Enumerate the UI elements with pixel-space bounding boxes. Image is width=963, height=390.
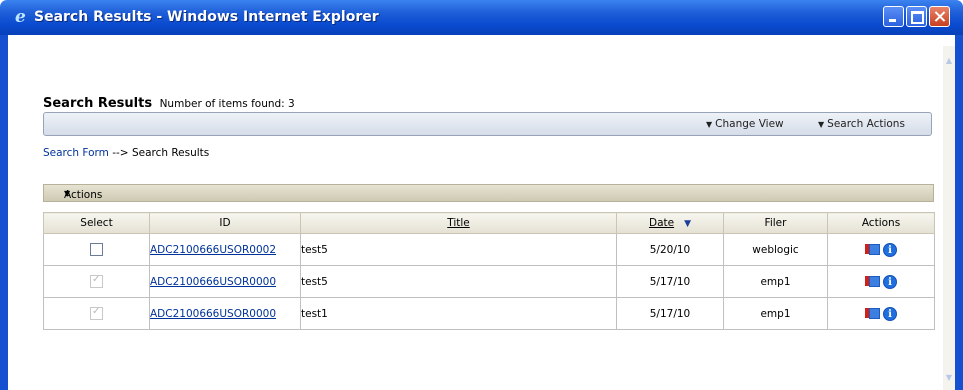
title-cell: test5	[300, 265, 617, 298]
document-id-link[interactable]: ADC2100666USOR0000	[150, 308, 276, 320]
view-document-icon[interactable]	[865, 275, 881, 289]
window-frame-left	[0, 35, 8, 390]
actions-panel-label: Actions	[64, 189, 103, 201]
results-toolbar: ▼ Change View ▼ Search Actions	[43, 112, 932, 136]
title-cell: test5	[300, 233, 617, 266]
results-panel: ▼ Actions Select ID Title Date ▼ Filer Act…	[43, 184, 935, 340]
view-document-icon[interactable]	[865, 243, 881, 257]
date-cell: 5/17/10	[616, 265, 724, 298]
title-cell: test1	[300, 297, 617, 330]
info-icon[interactable]: i	[883, 306, 897, 321]
date-sort-link[interactable]: Date	[649, 217, 674, 229]
view-document-icon[interactable]	[865, 307, 881, 321]
row-select-checkbox[interactable]	[90, 243, 103, 256]
page-title: Search Results	[43, 96, 153, 111]
filer-cell: emp1	[723, 265, 828, 298]
column-header-title[interactable]: Title	[300, 212, 617, 234]
id-cell: ADC2100666USOR0000	[149, 265, 301, 298]
items-found-count: Number of items found: 3	[159, 98, 295, 110]
id-cell: ADC2100666USOR0002	[149, 233, 301, 266]
title-sort-link[interactable]: Title	[447, 217, 470, 229]
search-actions-label: Search Actions	[827, 118, 905, 130]
row-select-checkbox	[90, 306, 103, 320]
change-view-button[interactable]: ▼ Change View	[706, 118, 784, 130]
select-cell	[43, 297, 150, 330]
column-header-date[interactable]: Date ▼	[616, 212, 724, 234]
close-button[interactable]	[929, 6, 950, 27]
column-header-select: Select	[43, 212, 150, 234]
window-title: Search Results - Windows Internet Explor…	[34, 9, 379, 25]
vertical-scrollbar[interactable]	[943, 46, 955, 390]
scroll-down-icon[interactable]: ▼	[943, 370, 955, 385]
date-cell: 5/17/10	[616, 297, 724, 330]
date-cell: 5/20/10	[616, 233, 724, 266]
select-cell	[43, 233, 150, 266]
select-cell	[43, 265, 150, 298]
breadcrumb: Search Form --> Search Results	[43, 147, 209, 159]
info-icon[interactable]: i	[883, 274, 897, 289]
breadcrumb-separator: -->	[108, 147, 132, 159]
filer-cell: weblogic	[723, 233, 828, 266]
column-header-actions: Actions	[827, 212, 935, 234]
column-header-id: ID	[149, 212, 301, 234]
ie-icon: e	[15, 7, 26, 27]
filer-cell: emp1	[723, 297, 828, 330]
breadcrumb-current: Search Results	[131, 147, 210, 159]
table-row: ADC2100666USOR0002 test5 5/20/10 weblogi…	[43, 233, 935, 266]
actions-cell: i	[827, 297, 935, 330]
window-frame-right	[955, 35, 963, 390]
results-table: Select ID Title Date ▼ Filer Actions ADC2…	[43, 212, 935, 330]
info-icon[interactable]: i	[883, 242, 897, 257]
window-titlebar[interactable]: e Search Results - Windows Internet Expl…	[0, 0, 963, 35]
table-row: ADC2100666USOR0000 test5 5/17/10 emp1 i	[43, 265, 935, 298]
page-heading: Search Results Number of items found: 3	[43, 96, 295, 111]
row-select-checkbox	[90, 274, 103, 288]
actions-cell: i	[827, 265, 935, 298]
scroll-up-icon[interactable]: ▲	[943, 53, 955, 68]
chevron-down-icon: ▼	[706, 120, 713, 129]
table-header-row: Select ID Title Date ▼ Filer Actions	[43, 212, 935, 234]
id-cell: ADC2100666USOR0000	[149, 297, 301, 330]
change-view-label: Change View	[715, 118, 784, 130]
column-header-filer: Filer	[723, 212, 828, 234]
search-actions-button[interactable]: ▼ Search Actions	[818, 118, 905, 130]
search-form-link[interactable]: Search Form	[43, 147, 109, 159]
table-row: ADC2100666USOR0000 test1 5/17/10 emp1 i	[43, 297, 935, 330]
actions-cell: i	[827, 233, 935, 266]
sort-descending-icon: ▼	[684, 219, 692, 229]
chevron-down-icon: ▼	[818, 120, 825, 129]
minimize-button[interactable]	[883, 6, 904, 27]
document-id-link[interactable]: ADC2100666USOR0002	[150, 244, 276, 256]
actions-panel-header[interactable]: ▼ Actions	[43, 184, 934, 202]
document-id-link[interactable]: ADC2100666USOR0000	[150, 276, 276, 288]
maximize-button[interactable]	[906, 6, 927, 27]
